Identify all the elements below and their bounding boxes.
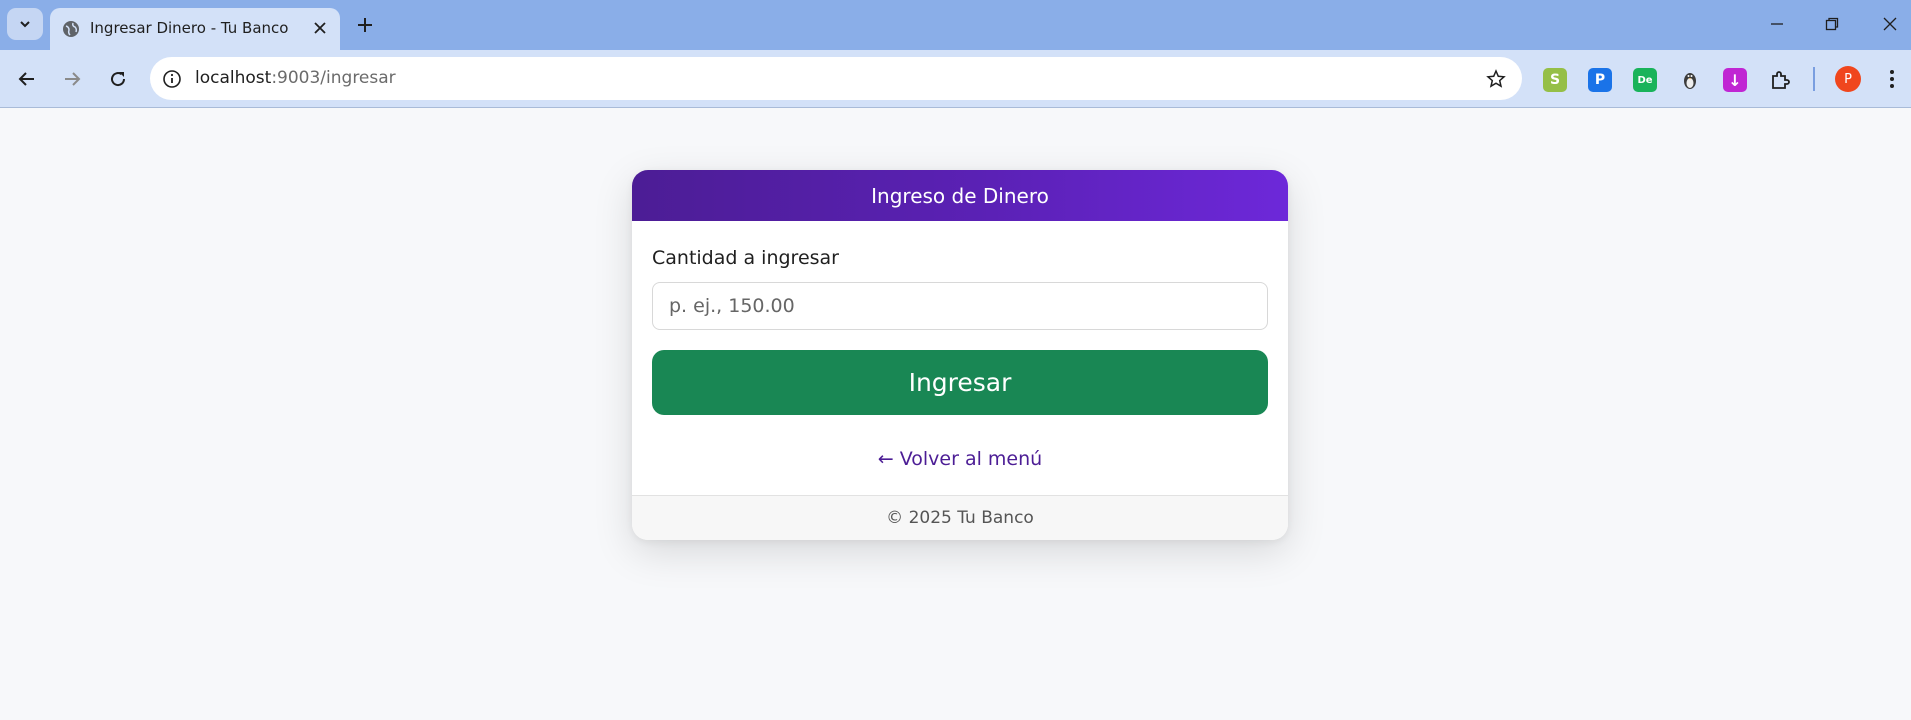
- close-tab-button[interactable]: [310, 18, 330, 38]
- bookmark-button[interactable]: [1484, 67, 1508, 91]
- deposit-card: Ingreso de Dinero Cantidad a ingresar In…: [632, 170, 1288, 540]
- plus-icon: [358, 18, 372, 32]
- extension-glyph: P: [1594, 72, 1606, 88]
- tab-search-button[interactable]: [7, 8, 43, 40]
- restore-button[interactable]: [1817, 10, 1847, 38]
- penguin-extension-icon[interactable]: [1678, 68, 1702, 92]
- chevron-down-icon: [20, 21, 30, 28]
- deposit-submit-button[interactable]: Ingresar: [652, 350, 1268, 415]
- deposit-form: Cantidad a ingresar Ingresar ← Volver al…: [632, 221, 1288, 495]
- forward-button[interactable]: [57, 64, 87, 94]
- arrow-left-icon: [18, 72, 34, 86]
- card-header: Ingreso de Dinero: [632, 170, 1288, 221]
- shopify-extension-icon[interactable]: S: [1543, 68, 1567, 92]
- reload-icon: [111, 72, 126, 87]
- globe-icon: [63, 21, 79, 37]
- copyright-text: © 2025 Tu Banco: [886, 508, 1034, 528]
- restore-icon: [1825, 17, 1839, 31]
- pushbullet-extension-icon[interactable]: P: [1588, 68, 1612, 92]
- browser-tabstrip: Ingresar Dinero - Tu Banco: [0, 0, 1911, 50]
- back-to-menu-link[interactable]: ← Volver al menú: [652, 448, 1268, 470]
- url-host: localhost: [195, 68, 272, 88]
- extensions-menu-button[interactable]: [1768, 68, 1792, 92]
- info-icon: [163, 70, 181, 88]
- site-info-button[interactable]: [160, 67, 184, 91]
- penguin-icon: [1684, 73, 1696, 89]
- more-vertical-icon: [1890, 70, 1894, 88]
- puzzle-icon: [1772, 71, 1790, 89]
- reload-button[interactable]: [103, 64, 133, 94]
- minimize-button[interactable]: [1762, 10, 1792, 38]
- close-icon: [1883, 17, 1897, 31]
- download-extension-icon[interactable]: ↓: [1723, 68, 1747, 92]
- arrow-right-icon: [65, 72, 81, 86]
- url-path: :9003/ingresar: [271, 68, 396, 88]
- card-footer: © 2025 Tu Banco: [632, 495, 1288, 540]
- extension-glyph: ↓: [1728, 70, 1742, 90]
- address-bar[interactable]: localhost:9003/ingresar: [150, 57, 1522, 100]
- active-tab[interactable]: Ingresar Dinero - Tu Banco: [50, 8, 340, 50]
- back-button[interactable]: [12, 64, 42, 94]
- extension-glyph: S: [1549, 72, 1561, 88]
- new-tab-button[interactable]: [353, 13, 377, 37]
- minimize-icon: [1771, 23, 1783, 25]
- browser-menu-button[interactable]: [1880, 66, 1904, 92]
- close-icon: [314, 22, 326, 34]
- tab-title: Ingresar Dinero - Tu Banco: [90, 19, 289, 37]
- profile-avatar[interactable]: P: [1835, 66, 1861, 92]
- amount-input[interactable]: [652, 282, 1268, 330]
- star-icon: [1486, 69, 1506, 88]
- url-text[interactable]: localhost:9003/ingresar: [195, 68, 396, 88]
- de-extension-icon[interactable]: De: [1633, 68, 1657, 92]
- extension-glyph: De: [1637, 74, 1653, 86]
- card-title: Ingreso de Dinero: [871, 183, 1049, 208]
- toolbar-separator: [1813, 67, 1815, 91]
- browser-toolbar: localhost:9003/ingresar S P De ↓ P: [0, 50, 1911, 108]
- close-window-button[interactable]: [1875, 10, 1905, 38]
- amount-label: Cantidad a ingresar: [652, 247, 839, 269]
